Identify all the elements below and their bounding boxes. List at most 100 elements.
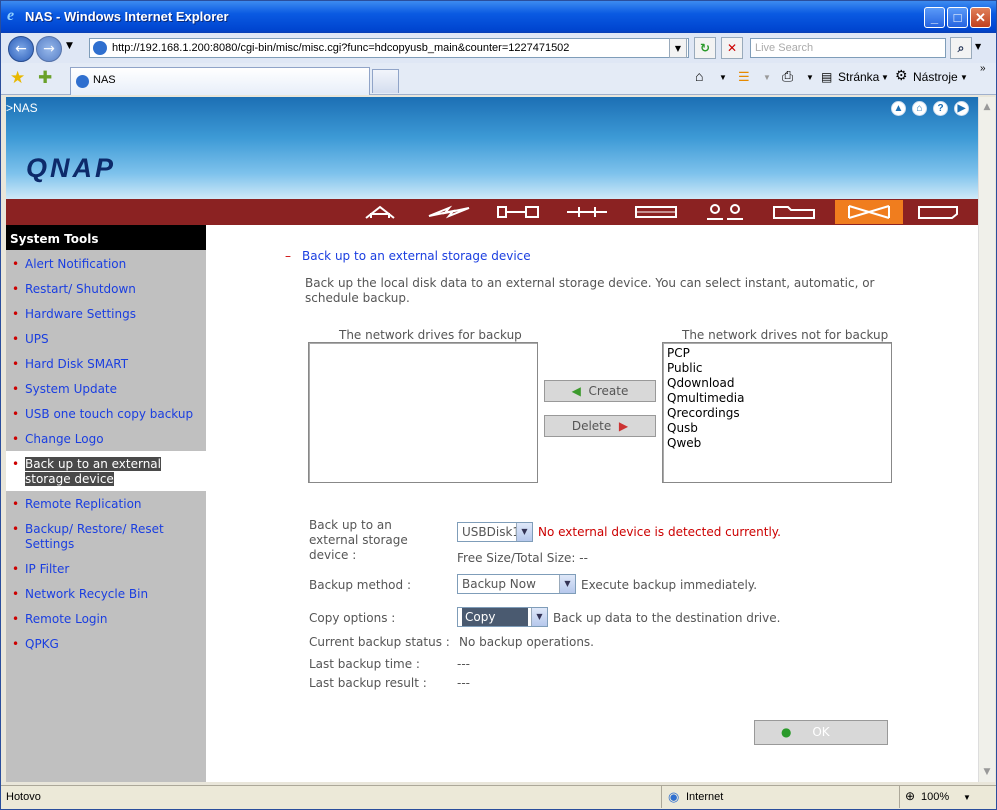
url-dropdown-icon[interactable]: ▼ [669,38,687,58]
menu-shares-icon[interactable] [760,200,828,224]
list-item[interactable]: Qweb [667,436,887,451]
page-dropdown-icon[interactable]: ▼ [881,73,889,82]
tools-dropdown-icon[interactable]: ▼ [960,73,968,82]
list-item[interactable]: Public [667,361,887,376]
sidebar-item-label: Alert Notification [25,257,127,271]
menu-network-icon[interactable] [553,200,621,224]
page-menu-icon: ▤ [821,70,833,84]
search-options-icon[interactable]: ▼ [975,42,981,51]
next-arrow-icon[interactable]: ▶ [954,101,969,116]
non-backup-drives-list[interactable]: PCP Public Qdownload Qmultimedia Qrecordings… [662,342,892,483]
list-item[interactable]: Qusb [667,421,887,436]
delete-button[interactable]: Delete ▶ [544,415,656,437]
url-input[interactable]: http://192.168.1.200:8080/cgi-bin/misc/m… [89,38,689,58]
bullet-icon: • [12,307,20,321]
sidebar-item-label: UPS [25,332,49,346]
menu-logs-icon[interactable] [904,200,972,224]
menu-disk-icon[interactable] [622,200,690,224]
scroll-up-icon[interactable]: ▲ [979,99,995,115]
right-arrow-icon: ▶ [618,419,629,433]
history-dropdown-icon[interactable]: ▼ [66,41,73,51]
favorites-star-icon[interactable]: ★ [10,68,25,88]
home-circle-icon[interactable]: ⌂ [912,101,927,116]
sidebar-item-hard-disk-smart[interactable]: • Hard Disk SMART [6,357,206,372]
print-dropdown-icon[interactable]: ▼ [806,73,814,82]
bullet-icon: • [12,562,20,576]
sidebar-item-usb-copy[interactable]: • USB one touch copy backup [6,407,206,422]
sidebar-item-recycle-bin[interactable]: • Network Recycle Bin [6,587,206,602]
backup-drives-list[interactable] [308,342,538,483]
bullet-icon: • [12,432,20,446]
ok-button[interactable]: ● OK [754,720,888,745]
back-button[interactable]: ← [8,36,34,62]
sidebar-item-label: Hardware Settings [25,307,136,321]
copy-select[interactable]: Copy ▼ [457,607,548,627]
forward-button[interactable]: → [36,36,62,62]
sidebar-item-backup-restore-reset[interactable]: • Backup/ Restore/ Reset Settings [6,522,206,552]
method-select[interactable]: Backup Now ▼ [457,574,576,594]
close-button[interactable]: ✕ [970,7,991,28]
sidebar-item-external-backup[interactable]: • Back up to an external storage device [6,451,206,491]
page-menu[interactable]: Stránka [838,70,879,84]
sidebar-item-label: Change Logo [25,432,104,446]
search-input[interactable]: Live Search [750,38,946,58]
menu-system-settings-icon[interactable] [484,200,552,224]
new-tab-button[interactable] [372,69,399,93]
up-arrow-icon[interactable]: ▲ [891,101,906,116]
main-menu-bar [6,199,978,225]
sidebar-item-alert-notification[interactable]: • Alert Notification [6,257,206,272]
maximize-button[interactable]: □ [947,7,968,28]
scroll-down-icon[interactable]: ▼ [979,764,995,780]
sidebar-item-label: Remote Login [25,612,108,626]
tab-nas[interactable]: NAS [70,67,370,95]
menu-home-icon[interactable] [346,200,414,224]
menu-quick-config-icon[interactable] [415,200,483,224]
sidebar-item-hardware-settings[interactable]: • Hardware Settings [6,307,206,322]
search-icon[interactable]: ⌕ [950,37,972,59]
sidebar-item-restart-shutdown[interactable]: • Restart/ Shutdown [6,282,206,297]
list-item[interactable]: Qmultimedia [667,391,887,406]
vertical-scrollbar[interactable]: ▲ ▼ [978,97,995,782]
list-item[interactable]: Qdownload [667,376,887,391]
sidebar-item-label: IP Filter [25,562,70,576]
zone-text: Internet [686,791,724,803]
bullet-icon: • [12,637,20,651]
bullet-icon: • [12,522,20,536]
list-item[interactable]: Qrecordings [667,406,887,421]
menu-system-tools-icon[interactable] [835,200,903,224]
sidebar-item-change-logo[interactable]: • Change Logo [6,432,206,447]
sidebar-item-ups[interactable]: • UPS [6,332,206,347]
sidebar-item-qpkg[interactable]: • QPKG [6,637,206,652]
help-icon[interactable]: ? [933,101,948,116]
device-select[interactable]: USBDisk1 ▼ [457,522,533,542]
home-dropdown-icon[interactable]: ▼ [719,73,727,82]
qnap-logo: QNAP [26,153,117,183]
minimize-button[interactable]: _ [924,7,945,28]
main-panel: – Back up to an external storage device … [206,225,978,782]
delete-label: Delete [571,419,612,433]
create-button[interactable]: ◀ Create [544,380,656,402]
chevron-down-icon: ▼ [516,523,532,541]
stop-icon[interactable]: ✕ [721,37,743,59]
tools-menu[interactable]: Nástroje [913,70,958,84]
status-value: No backup operations. [459,635,594,649]
sidebar-item-ip-filter[interactable]: • IP Filter [6,562,206,577]
chevron-more-icon[interactable]: » [980,63,986,74]
zoom-dropdown-icon[interactable]: ▼ [963,793,971,802]
add-favorites-icon[interactable]: ✚ [38,68,52,88]
collapse-icon[interactable]: – [285,249,291,263]
sidebar-item-remote-login[interactable]: • Remote Login [6,612,206,627]
sidebar-item-remote-replication[interactable]: • Remote Replication [6,497,206,512]
zoom-level[interactable]: 100% [921,791,949,803]
home-icon[interactable]: ⌂ [695,68,703,84]
device-label: Back up to an external storage device : [309,518,408,562]
sidebar-item-system-update[interactable]: • System Update [6,382,206,397]
bullet-icon: • [12,497,20,511]
section-description: Back up the local disk data to an extern… [305,276,875,305]
refresh-icon[interactable]: ↻ [694,37,716,59]
feeds-dropdown-icon[interactable]: ▼ [763,73,771,82]
print-icon[interactable]: ⎙ [782,68,793,85]
list-item[interactable]: PCP [667,346,887,361]
feeds-icon[interactable]: ☰ [738,69,750,85]
menu-users-icon[interactable] [691,200,759,224]
